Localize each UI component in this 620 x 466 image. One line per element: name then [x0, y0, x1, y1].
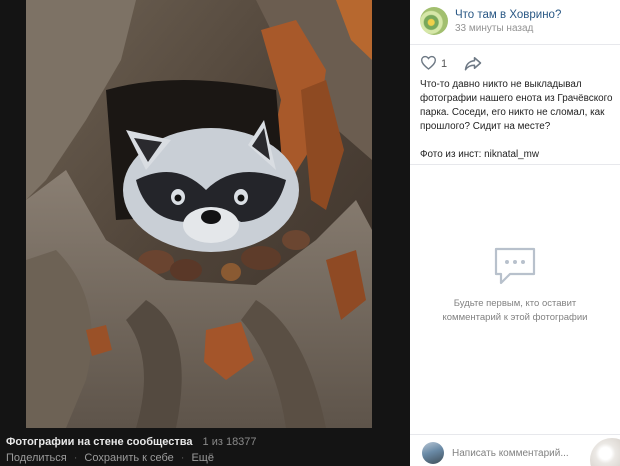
post-time[interactable]: 33 минуты назад [455, 23, 533, 34]
photo-credit: Фото из инст: niknatal_mw [420, 149, 540, 160]
save-to-self-link[interactable]: Сохранить к себе [84, 452, 173, 464]
comment-composer [410, 434, 620, 466]
like-button[interactable]: 1 [420, 55, 447, 73]
photo-viewer: Фотографии на стене сообщества 1 из 1837… [0, 0, 410, 466]
photo[interactable] [26, 0, 372, 428]
raccoon-carving-image [26, 0, 372, 428]
photo-footer: Фотографии на стене сообщества 1 из 1837… [0, 436, 410, 466]
empty-comments: Будьте первым, кто оставит комментарий к… [410, 246, 620, 325]
community-name[interactable]: Что там в Ховрино? [455, 9, 561, 21]
community-avatar[interactable] [420, 7, 448, 35]
like-count: 1 [441, 58, 448, 70]
post-header: Что там в Ховрино? 33 минуты назад [410, 0, 620, 45]
post-text: Что-то давно никто не выкладывал фотогра… [420, 79, 613, 132]
photo-counter: 1 из 18377 [202, 436, 257, 448]
user-avatar[interactable] [422, 442, 444, 464]
share-link[interactable]: Поделиться [6, 452, 67, 464]
more-link[interactable]: Ещё [191, 452, 214, 464]
divider [410, 164, 620, 165]
heart-icon [420, 55, 437, 73]
share-button[interactable] [464, 55, 482, 73]
post-actions: 1 [410, 55, 620, 75]
post-description: Что-то давно никто не выкладывал фотогра… [420, 78, 616, 162]
info-panel: Что там в Ховрино? 33 минуты назад 1 Что… [410, 0, 620, 466]
album-title[interactable]: Фотографии на стене сообщества [6, 436, 193, 448]
separator-dot: · [73, 452, 78, 464]
separator-dot: · [180, 452, 185, 464]
comment-input[interactable] [452, 443, 602, 463]
comment-bubble-icon [492, 246, 538, 288]
share-arrow-icon [464, 57, 482, 74]
empty-comments-text: Будьте первым, кто оставит комментарий к… [442, 298, 588, 323]
